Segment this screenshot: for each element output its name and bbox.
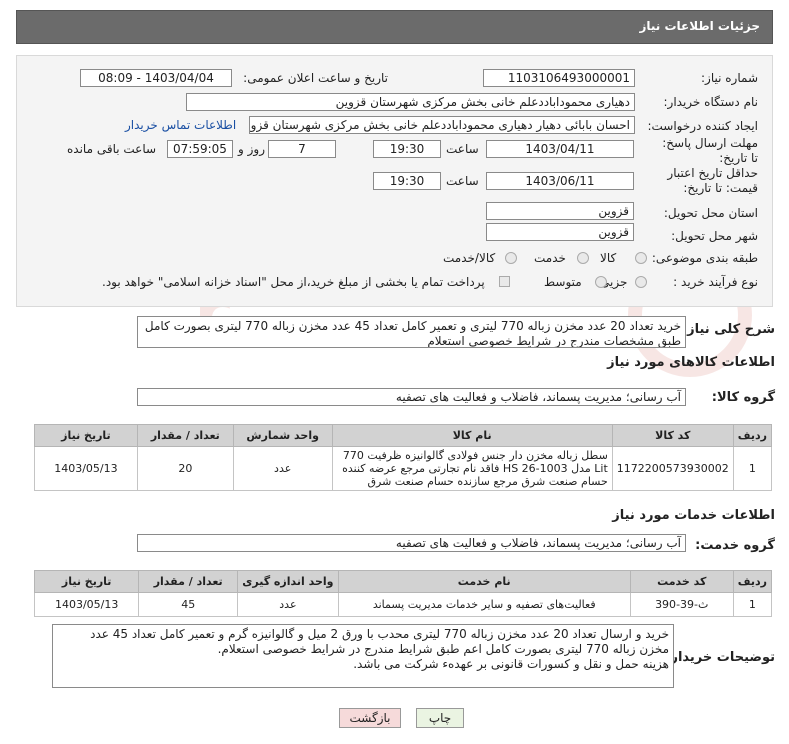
goods-table: ردیف کد کالا نام کالا واحد شمارش تعداد /… bbox=[34, 424, 773, 491]
goods-row-index: 1 bbox=[732, 446, 773, 491]
goods-row-qty: 20 bbox=[136, 446, 234, 491]
goods-group-field: آب رسانی؛ مدیریت پسماند، فاضلاب و فعالیت… bbox=[137, 388, 686, 406]
announce-label: تاریخ و ساعت اعلان عمومی: bbox=[243, 71, 388, 85]
process-label: نوع فرآیند خرید : bbox=[673, 275, 758, 289]
services-table-header: ردیف کد خدمت نام خدمت واحد اندازه گیری ت… bbox=[33, 570, 773, 593]
goods-col-code: کد کالا bbox=[611, 424, 734, 447]
category-label: طبقه بندی موضوعی: bbox=[651, 251, 758, 265]
remaining-time-field: 07:59:05 bbox=[167, 140, 233, 158]
days-field: 7 bbox=[268, 140, 336, 158]
creator-label: ایجاد کننده درخواست: bbox=[647, 119, 758, 133]
goods-row-date: 1403/05/13 bbox=[34, 446, 138, 491]
services-row-unit: عدد bbox=[237, 592, 339, 617]
page-header: جزئیات اطلاعات نیاز bbox=[16, 10, 773, 44]
remaining-label: ساعت باقی مانده bbox=[67, 142, 157, 156]
process-minor-radio[interactable] bbox=[635, 276, 647, 288]
category-goods-service-radio[interactable] bbox=[505, 252, 517, 264]
need-info-panel: شماره نیاز: 1103106493000001 تاریخ و ساع… bbox=[16, 55, 773, 307]
buyer-notes-label: توضیحات خریدار: bbox=[665, 650, 775, 665]
category-goods-service-label: کالا/خدمت bbox=[443, 251, 496, 265]
buyer-label: نام دستگاه خریدار: bbox=[663, 95, 759, 109]
creator-field: احسان بابائی دهیار دهیاری محموداباددعلم … bbox=[249, 116, 635, 134]
summary-label: شرح کلی نیاز: bbox=[681, 322, 775, 337]
process-medium-radio[interactable] bbox=[595, 276, 607, 288]
services-col-unit: واحد اندازه گیری bbox=[237, 570, 339, 593]
treasury-payment-checkbox[interactable] bbox=[499, 276, 510, 287]
goods-row-code: 1172200573930002 bbox=[611, 446, 734, 491]
table-row: 1 1172200573930002 سطل زباله مخزن دار جن… bbox=[34, 446, 773, 491]
goods-col-date: تاریخ نیاز bbox=[34, 424, 138, 447]
goods-row-unit: عدد bbox=[232, 446, 333, 491]
validity-time-field: 19:30 bbox=[373, 172, 441, 190]
services-section-title: اطلاعات خدمات مورد نیاز bbox=[612, 508, 775, 523]
province-label: استان محل تحویل: bbox=[663, 206, 758, 220]
goods-row-name: سطل زباله مخزن دار جنس فولادی گالوانیزه … bbox=[331, 446, 613, 491]
services-col-name: نام خدمت bbox=[337, 570, 631, 593]
summary-textarea[interactable]: خرید تعداد 20 عدد مخزن زباله 770 لیتری و… bbox=[137, 316, 686, 348]
category-service-radio[interactable] bbox=[577, 252, 589, 264]
services-group-label: گروه خدمت: bbox=[695, 538, 775, 553]
deadline-label: مهلت ارسال پاسخ: تا تاریخ: bbox=[662, 136, 758, 165]
category-goods-radio[interactable] bbox=[635, 252, 647, 264]
services-col-index: ردیف bbox=[732, 570, 773, 593]
announce-field: 1403/04/04 - 08:09 bbox=[80, 69, 232, 87]
services-col-date: تاریخ نیاز bbox=[33, 570, 140, 593]
province-field: قزوین bbox=[486, 202, 634, 220]
services-row-date: 1403/05/13 bbox=[33, 592, 140, 617]
category-service-label: خدمت bbox=[534, 251, 566, 265]
days-label: روز و bbox=[238, 142, 265, 156]
buyer-notes-line1: خرید و ارسال تعداد 20 عدد مخزن زباله 770… bbox=[90, 627, 669, 656]
treasury-payment-note: پرداخت تمام یا بخشی از مبلغ خرید،از محل … bbox=[102, 275, 485, 289]
services-col-qty: تعداد / مقدار bbox=[138, 570, 239, 593]
goods-col-name: نام کالا bbox=[331, 424, 613, 447]
buyer-field: دهیاری محموداباددعلم خانی بخش مرکزی شهرس… bbox=[186, 93, 635, 111]
deadline-date-field: 1403/04/11 bbox=[486, 140, 634, 158]
goods-col-unit: واحد شمارش bbox=[232, 424, 333, 447]
services-row-code: ث-39-390 bbox=[629, 592, 734, 617]
page-title: جزئیات اطلاعات نیاز bbox=[639, 19, 760, 33]
services-table: ردیف کد خدمت نام خدمت واحد اندازه گیری ت… bbox=[33, 570, 773, 617]
services-row-qty: 45 bbox=[138, 592, 239, 617]
process-medium-label: متوسط bbox=[544, 275, 582, 289]
buyer-notes-line2: هزینه حمل و نقل و کسورات قانونی بر عهدهء… bbox=[353, 657, 669, 671]
validity-date-field: 1403/06/11 bbox=[486, 172, 634, 190]
buyer-notes-textarea[interactable]: خرید و ارسال تعداد 20 عدد مخزن زباله 770… bbox=[52, 624, 674, 688]
services-col-code: کد خدمت bbox=[629, 570, 734, 593]
goods-section-title: اطلاعات کالاهای مورد نیاز bbox=[607, 355, 775, 370]
city-field: قزوین bbox=[486, 223, 634, 241]
table-row: 1 ث-39-390 فعالیت‌های تصفیه و سایر خدمات… bbox=[33, 592, 773, 617]
goods-col-index: ردیف bbox=[732, 424, 773, 447]
print-button[interactable]: چاپ bbox=[416, 708, 464, 728]
deadline-time-label: ساعت bbox=[446, 142, 479, 156]
category-goods-label: کالا bbox=[600, 251, 617, 265]
city-label: شهر محل تحویل: bbox=[671, 229, 758, 243]
buyer-contact-link[interactable]: اطلاعات تماس خریدار bbox=[125, 118, 236, 132]
services-group-field: آب رسانی؛ مدیریت پسماند، فاضلاب و فعالیت… bbox=[137, 534, 686, 552]
need-number-label: شماره نیاز: bbox=[701, 71, 758, 85]
validity-label: حداقل تاریخ اعتبار قیمت: تا تاریخ: bbox=[667, 166, 758, 195]
goods-table-header: ردیف کد کالا نام کالا واحد شمارش تعداد /… bbox=[34, 424, 773, 447]
services-row-name: فعالیت‌های تصفیه و سایر خدمات مدیریت پسم… bbox=[337, 592, 631, 617]
services-row-index: 1 bbox=[732, 592, 773, 617]
validity-time-label: ساعت bbox=[446, 174, 479, 188]
deadline-time-field: 19:30 bbox=[373, 140, 441, 158]
back-button[interactable]: بازگشت bbox=[339, 708, 401, 728]
goods-col-qty: تعداد / مقدار bbox=[136, 424, 234, 447]
goods-group-label: گروه کالا: bbox=[711, 390, 775, 405]
need-number-field: 1103106493000001 bbox=[483, 69, 635, 87]
